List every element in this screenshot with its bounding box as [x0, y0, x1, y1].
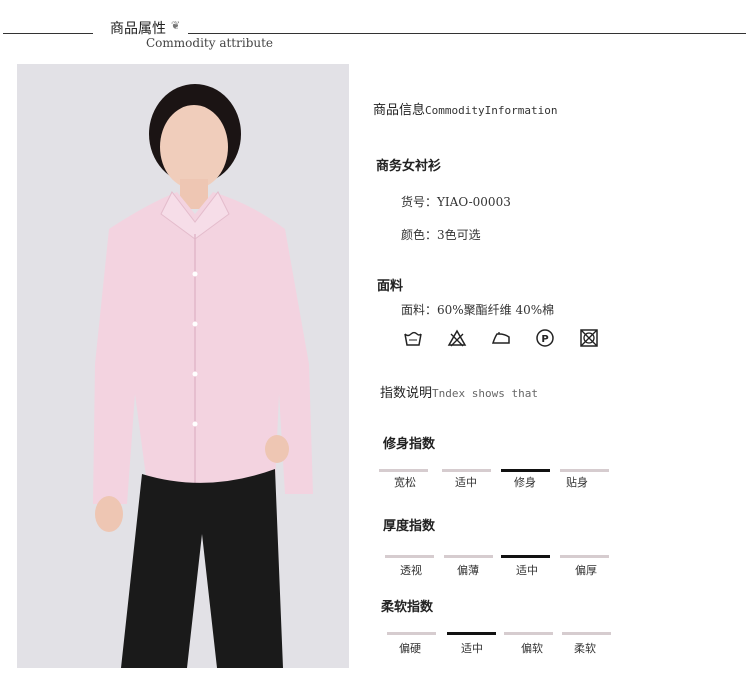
leaf-icon: ❦ — [171, 19, 181, 32]
wash-icon — [404, 331, 422, 346]
thickness-option-2: 偏薄 — [457, 564, 479, 577]
sku-line: 货号：YIAO-00003 — [401, 195, 511, 209]
thickness-bar-4 — [560, 555, 609, 558]
model-illustration — [17, 64, 349, 668]
thickness-index-heading: 厚度指数 — [383, 519, 436, 534]
fit-bar-3 — [501, 469, 550, 472]
product-name: 商务女衬衫 — [376, 159, 442, 174]
no-tumble-dry-icon — [580, 329, 598, 347]
index-note: 指数说明Tndex shows that — [380, 382, 538, 401]
softness-option-4: 柔软 — [574, 642, 596, 655]
iron-icon — [491, 332, 510, 344]
softness-bar-4 — [562, 632, 611, 635]
fit-bar-4 — [560, 469, 609, 472]
fabric-heading: 面料 — [377, 279, 404, 294]
header-rule-left — [3, 33, 93, 34]
product-photo — [17, 64, 349, 668]
softness-bar-1 — [387, 632, 436, 635]
fabric-composition: 面料：60%聚酯纤维 40%棉 — [401, 303, 555, 317]
fit-option-4: 贴身 — [566, 476, 588, 489]
softness-option-1: 偏硬 — [399, 642, 421, 655]
thickness-bar-3 — [501, 555, 550, 558]
thickness-option-4: 偏厚 — [575, 564, 597, 577]
info-heading-en: CommodityInformation — [425, 104, 558, 117]
thickness-bar-1 — [385, 555, 434, 558]
index-note-cn: 指数说明 — [380, 386, 433, 401]
dry-clean-p-icon: P — [536, 329, 554, 347]
fit-bar-1 — [379, 469, 428, 472]
softness-option-3: 偏软 — [521, 642, 543, 655]
fit-option-3: 修身 — [514, 476, 536, 489]
section-subtitle: Commodity attribute — [146, 36, 274, 50]
fit-bar-2 — [442, 469, 491, 472]
info-heading: 商品信息CommodityInformation — [373, 99, 557, 118]
thickness-option-3: 适中 — [516, 564, 538, 577]
header-rule-right — [188, 33, 746, 34]
section-title: 商品属性 — [110, 21, 166, 37]
index-note-en: Tndex shows that — [432, 387, 538, 400]
svg-text:P: P — [541, 334, 548, 345]
info-heading-cn: 商品信息 — [373, 103, 426, 118]
thickness-bar-2 — [444, 555, 493, 558]
softness-bar-2 — [447, 632, 496, 635]
softness-bar-3 — [504, 632, 553, 635]
softness-index-heading: 柔软指数 — [381, 600, 434, 615]
color-line: 颜色：3色可选 — [401, 228, 481, 242]
fit-index-heading: 修身指数 — [383, 437, 436, 452]
no-bleach-icon — [447, 329, 467, 347]
thickness-option-1: 透视 — [400, 564, 422, 577]
fit-option-1: 宽松 — [394, 476, 416, 489]
fit-option-2: 适中 — [455, 476, 477, 489]
softness-option-2: 适中 — [461, 642, 483, 655]
